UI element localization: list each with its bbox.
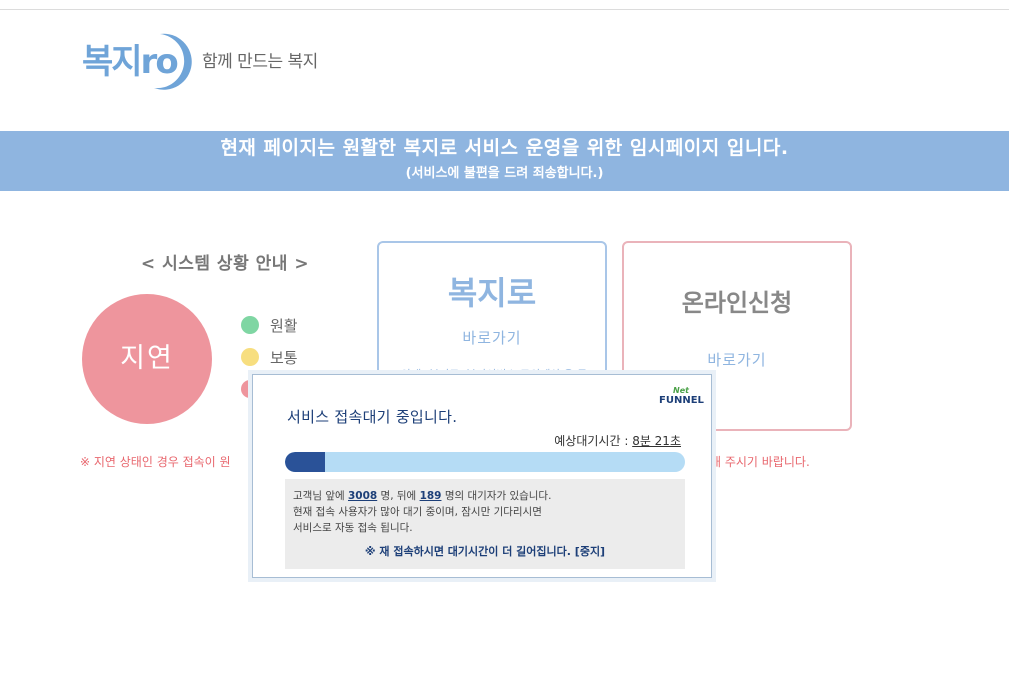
wait-time-value: 8분 21초 (632, 434, 681, 448)
netfunnel-logo: Net FUNNEL (659, 386, 704, 407)
top-divider (0, 9, 1009, 10)
banner-title: 현재 페이지는 원활한 복지로 서비스 운영을 위한 임시페이지 입니다. (220, 137, 789, 159)
bokjiro-shortcut-link[interactable]: 바로가기 (379, 327, 605, 349)
yellow-dot-icon (241, 348, 259, 366)
reconnect-warning-stop-link[interactable]: ※ 재 접속하시면 대기시간이 더 길어집니다. [중지] (285, 544, 685, 560)
legend-label: 보통 (270, 349, 298, 367)
estimated-wait-time: 예상대기시간 : 8분 21초 (554, 432, 681, 450)
logo-wordmark: 복지ro (82, 42, 179, 82)
legend-label: 원활 (270, 317, 298, 335)
status-indicator-circle: 지연 (82, 294, 212, 424)
online-shortcut-link[interactable]: 바로가기 (624, 349, 850, 371)
queue-count-line: 고객님 앞에 3008 명, 뒤에 189 명의 대기자가 있습니다. (293, 488, 677, 504)
banner-subtitle: (서비스에 불편을 드려 죄송합니다.) (405, 166, 604, 181)
bokjiro-card-title: 복지로 (447, 274, 537, 312)
netfunnel-logo-top: Net (673, 386, 689, 395)
popup-body: Net FUNNEL 서비스 접속대기 중입니다. 예상대기시간 : 8분 21… (257, 379, 707, 573)
queue-info-line-2: 현재 접속 사용자가 많아 대기 중이며, 잠시만 기다리시면 (293, 506, 542, 518)
online-card-title: 온라인신청 (681, 289, 793, 317)
queue-progress-fill (285, 452, 325, 472)
green-dot-icon (241, 316, 259, 334)
queue-text: 고객님 앞에 (293, 490, 348, 502)
ahead-count: 3008 (347, 490, 378, 502)
delay-notice-right: 해 주시기 바랍니다. (710, 455, 810, 469)
wait-time-label: 예상대기시간 : (554, 434, 633, 448)
behind-count: 189 (419, 490, 442, 502)
queue-info-line-3: 서비스로 자동 접속 됩니다. (293, 522, 413, 534)
notice-banner: 현재 페이지는 원활한 복지로 서비스 운영을 위한 임시페이지 입니다. (서… (0, 131, 1009, 191)
queue-text: 명, 뒤에 (377, 490, 420, 502)
logo-slogan: 함께 만드는 복지 (202, 52, 318, 72)
waiting-queue-popup: Net FUNNEL 서비스 접속대기 중입니다. 예상대기시간 : 8분 21… (252, 374, 712, 578)
popup-title: 서비스 접속대기 중입니다. (287, 408, 458, 426)
system-status-title: < 시스템 상황 안내 > (140, 254, 310, 274)
queue-text: 명의 대기자가 있습니다. (441, 490, 552, 502)
site-logo[interactable]: 복지ro 함께 만드는 복지 (82, 32, 342, 92)
queue-progress-bar (285, 452, 685, 472)
netfunnel-logo-bottom: FUNNEL (659, 395, 704, 406)
queue-info-box: 고객님 앞에 3008 명, 뒤에 189 명의 대기자가 있습니다. 현재 접… (285, 479, 685, 569)
